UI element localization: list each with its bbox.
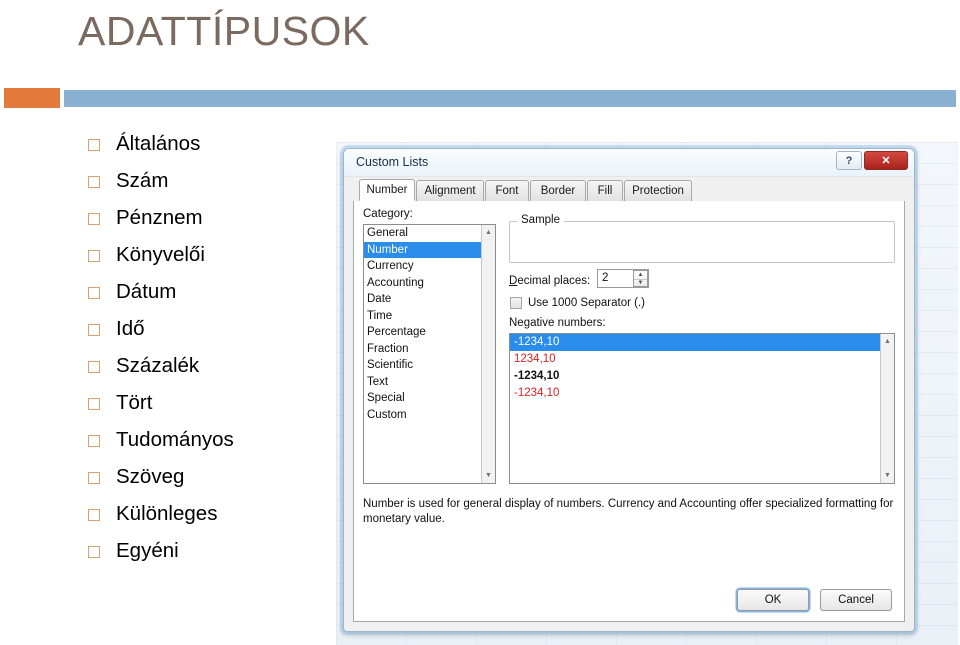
tabpage-number: Category: General Number Currency Accountin… xyxy=(353,201,905,622)
list-item: Tudományos xyxy=(88,422,338,459)
list-item-label: Pénznem xyxy=(116,206,203,230)
scroll-down-icon[interactable]: ▼ xyxy=(881,469,894,482)
sample-legend: Sample xyxy=(517,214,564,226)
negative-number-item[interactable]: -1234,10 xyxy=(510,385,894,402)
help-icon[interactable]: ? xyxy=(836,151,862,170)
list-item-label: Tört xyxy=(116,391,153,415)
bullet-square-icon xyxy=(88,508,100,521)
list-item: Szöveg xyxy=(88,459,338,496)
list-item-label: Szöveg xyxy=(116,465,185,489)
scroll-down-icon[interactable]: ▼ xyxy=(482,469,495,482)
category-item[interactable]: Fraction xyxy=(364,341,495,358)
thousand-separator-label[interactable]: Use 1000 Separator (.) xyxy=(528,297,645,309)
list-item: Egyéni xyxy=(88,533,338,570)
category-label: Category: xyxy=(363,208,413,220)
list-item: Pénznem xyxy=(88,200,338,237)
category-item[interactable]: Percentage xyxy=(364,324,495,341)
stepper-up-icon[interactable]: ▲ xyxy=(634,271,647,280)
data-type-bullet-list: Általános Szám Pénznem Könyvelői Dátum Idő Szá… xyxy=(88,126,338,570)
thousand-separator-checkbox[interactable] xyxy=(510,297,522,309)
list-item: Könyvelői xyxy=(88,237,338,274)
bullet-square-icon xyxy=(88,212,100,225)
list-item: Százalék xyxy=(88,348,338,385)
negative-number-item[interactable]: -1234,10 xyxy=(510,368,894,385)
cancel-button[interactable]: Cancel xyxy=(820,589,892,611)
category-item[interactable]: Time xyxy=(364,308,495,325)
tab-number[interactable]: Number xyxy=(359,179,415,201)
bullet-square-icon xyxy=(88,249,100,262)
bullet-square-icon xyxy=(88,545,100,558)
list-item-label: Százalék xyxy=(116,354,200,378)
tab-font[interactable]: Font xyxy=(485,180,529,201)
decimal-places-stepper[interactable]: ▲ ▼ xyxy=(633,270,648,287)
list-item: Különleges xyxy=(88,496,338,533)
list-item: Idő xyxy=(88,311,338,348)
bullet-square-icon xyxy=(88,397,100,410)
category-item[interactable]: Number xyxy=(364,241,495,258)
dialog-titlebar: Custom Lists ? ✕ xyxy=(344,149,914,177)
category-item[interactable]: Accounting xyxy=(364,275,495,292)
ok-button[interactable]: OK xyxy=(737,589,809,611)
negative-numbers-scrollbar[interactable]: ▲ ▼ xyxy=(880,334,894,483)
list-item: Szám xyxy=(88,163,338,200)
bullet-square-icon xyxy=(88,286,100,299)
list-item: Általános xyxy=(88,126,338,163)
close-icon[interactable]: ✕ xyxy=(864,151,908,170)
bullet-square-icon xyxy=(88,175,100,188)
list-item-label: Idő xyxy=(116,317,145,341)
embedded-screenshot: Custom Lists ? ✕ Number Alignment Font Bord… xyxy=(336,142,958,645)
list-item: Tört xyxy=(88,385,338,422)
category-item[interactable]: Text xyxy=(364,374,495,391)
decimal-places-label: Decimal places: xyxy=(509,275,591,287)
category-item[interactable]: General xyxy=(364,225,495,242)
category-items: General Number Currency Accounting Date Time P… xyxy=(364,225,495,423)
accent-bar-blue xyxy=(64,90,956,107)
list-item-label: Különleges xyxy=(116,502,218,526)
category-description: Number is used for general display of nu… xyxy=(363,498,894,525)
list-item-label: Tudományos xyxy=(116,428,234,452)
bullet-square-icon xyxy=(88,138,100,151)
negative-number-item[interactable]: -1234,10 xyxy=(510,334,894,351)
bullet-square-icon xyxy=(88,323,100,336)
tab-protection[interactable]: Protection xyxy=(624,180,692,201)
dialog-body: Number Alignment Font Border Fill Protection … xyxy=(353,179,905,622)
category-item[interactable]: Currency xyxy=(364,258,495,275)
list-item: Dátum xyxy=(88,274,338,311)
list-item-label: Dátum xyxy=(116,280,177,304)
list-item-label: Könyvelői xyxy=(116,243,205,267)
dialog-title: Custom Lists xyxy=(356,155,429,169)
tab-alignment[interactable]: Alignment xyxy=(416,180,484,201)
bullet-square-icon xyxy=(88,360,100,373)
scroll-up-icon[interactable]: ▲ xyxy=(482,226,495,239)
format-cells-dialog: Custom Lists ? ✕ Number Alignment Font Bord… xyxy=(343,148,915,632)
list-item-label: Szám xyxy=(116,169,169,193)
accent-bar-orange xyxy=(4,88,60,108)
category-scrollbar[interactable]: ▲ ▼ xyxy=(481,225,495,483)
sample-group-box xyxy=(509,221,895,263)
negative-numbers-label: Negative numbers: xyxy=(509,317,606,329)
scroll-up-icon[interactable]: ▲ xyxy=(881,335,894,348)
category-item[interactable]: Special xyxy=(364,390,495,407)
category-item[interactable]: Scientific xyxy=(364,357,495,374)
list-item-label: Általános xyxy=(116,132,201,156)
page-title: ADATTÍPUSOK xyxy=(78,8,370,54)
bullet-square-icon xyxy=(88,471,100,484)
dialog-tabstrip: Number Alignment Font Border Fill Protection xyxy=(353,179,905,202)
list-item-label: Egyéni xyxy=(116,539,179,563)
negative-number-item[interactable]: 1234,10 xyxy=(510,351,894,368)
bullet-square-icon xyxy=(88,434,100,447)
category-listbox[interactable]: General Number Currency Accounting Date Time P… xyxy=(363,224,496,484)
negative-numbers-listbox[interactable]: -1234,10 1234,10 -1234,10 -1234,10 ▲ ▼ xyxy=(509,333,895,484)
dialog-button-bar: OK Cancel xyxy=(354,581,904,621)
category-item[interactable]: Date xyxy=(364,291,495,308)
tab-fill[interactable]: Fill xyxy=(587,180,623,201)
stepper-down-icon[interactable]: ▼ xyxy=(634,280,647,288)
negative-numbers-items: -1234,10 1234,10 -1234,10 -1234,10 xyxy=(510,334,894,402)
category-item[interactable]: Custom xyxy=(364,407,495,424)
tab-border[interactable]: Border xyxy=(530,180,586,201)
